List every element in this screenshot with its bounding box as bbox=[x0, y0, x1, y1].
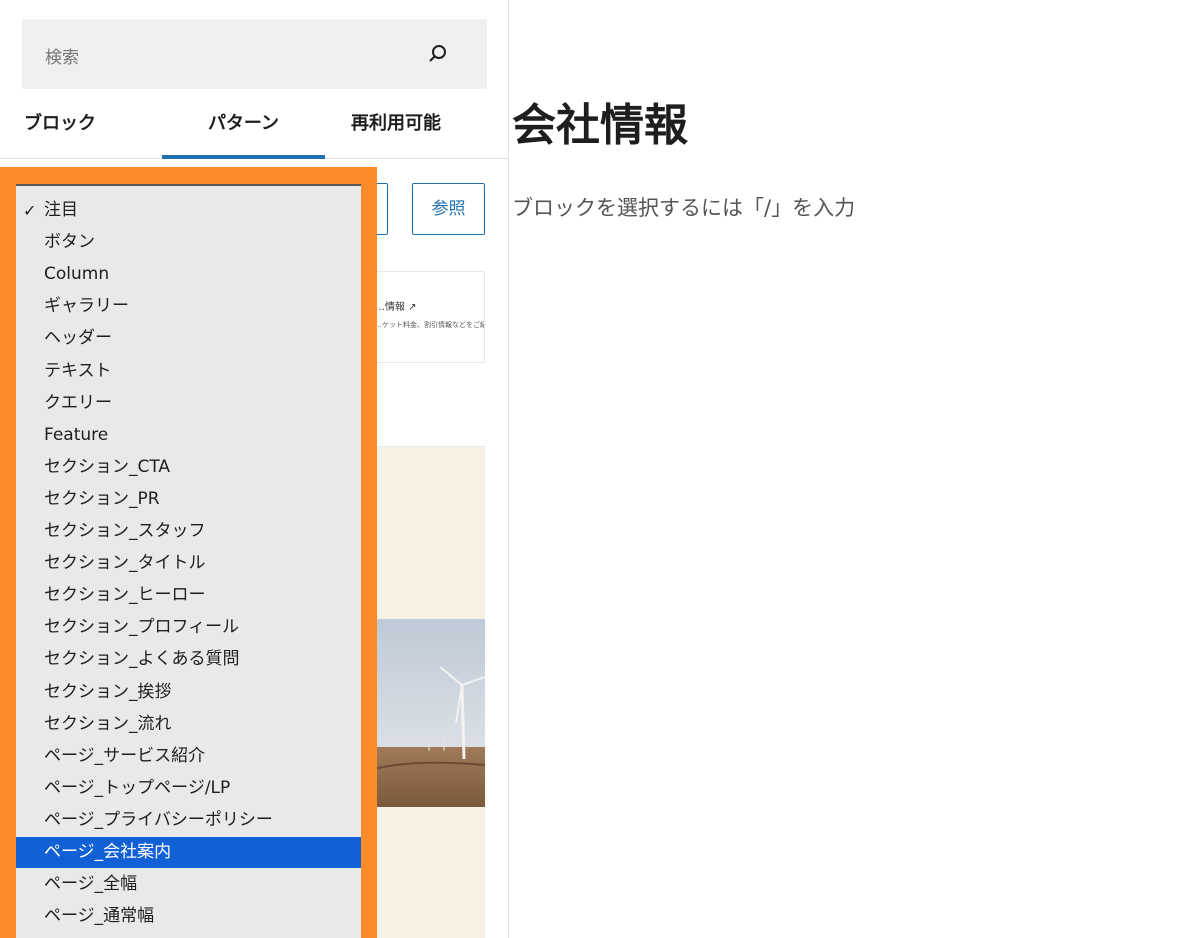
dropdown-option-label: セクション_CTA bbox=[44, 456, 171, 477]
editor-canvas: 会社情報 ブロックを選択するには「/」を入力 bbox=[510, 0, 1200, 938]
dropdown-option-label: セクション_PR bbox=[44, 488, 160, 509]
checkmark-icon: ✓ bbox=[23, 201, 37, 220]
dropdown-option[interactable]: セクション_流れ bbox=[16, 709, 361, 740]
block-placeholder[interactable]: ブロックを選択するには「/」を入力 bbox=[512, 193, 855, 223]
dropdown-option[interactable]: ページ_プライバシーポリシー bbox=[16, 805, 361, 836]
tab-blocks[interactable]: ブロック bbox=[0, 100, 120, 158]
dropdown-option[interactable]: クエリー bbox=[16, 388, 361, 419]
dropdown-option[interactable]: セクション_スタッフ bbox=[16, 516, 361, 547]
dropdown-option-label: ギャラリー bbox=[44, 296, 129, 317]
dropdown-option-label: セクション_プロフィール bbox=[44, 617, 240, 638]
dropdown-option[interactable]: ギャラリー bbox=[16, 291, 361, 322]
dropdown-option-label: セクション_スタッフ bbox=[44, 521, 206, 541]
dropdown-option-label: ボタン bbox=[44, 232, 95, 253]
inserter-sidebar: 検索 ブロック パターン 再利用可能 参照 …情報 ↗ …ケット料金、割引情報な… bbox=[0, 0, 509, 938]
dropdown-option-label: セクション_よくある質問 bbox=[44, 649, 240, 670]
dropdown-option[interactable]: セクション_PR bbox=[16, 484, 361, 515]
search-icon[interactable] bbox=[428, 44, 448, 64]
dropdown-option-label: セクション_挨拶 bbox=[44, 681, 172, 702]
dropdown-option[interactable]: ヘッダー bbox=[16, 323, 361, 354]
dropdown-option-label: ページ_会社案内 bbox=[44, 842, 172, 862]
dropdown-option-label: クエリー bbox=[44, 392, 112, 413]
dropdown-option-label: ページ_サービス紹介 bbox=[44, 745, 206, 766]
browse-button[interactable]: 参照 bbox=[412, 183, 485, 235]
category-dropdown-list[interactable]: ✓ 注目ボタン Column ギャラリーヘッダーテキストクエリー Feature セクショ… bbox=[16, 184, 361, 938]
dropdown-option[interactable]: Feature bbox=[16, 420, 361, 451]
dropdown-option[interactable]: ページ_トップページ/LP bbox=[16, 773, 361, 804]
page-title[interactable]: 会社情報 bbox=[512, 96, 688, 156]
dropdown-option[interactable]: セクション_ヒーロー bbox=[16, 580, 361, 611]
dropdown-option[interactable]: セクション_CTA bbox=[16, 452, 361, 483]
dropdown-option[interactable]: テキスト bbox=[16, 356, 361, 387]
dropdown-option-label: ページ_トップページ/LP bbox=[44, 777, 231, 798]
dropdown-option[interactable]: セクション_プロフィール bbox=[16, 612, 361, 643]
pattern-preview-card-image[interactable] bbox=[374, 446, 485, 938]
dropdown-option-label: 注目 bbox=[44, 200, 78, 220]
dropdown-option-label: ページ_全幅 bbox=[44, 874, 138, 895]
search-input[interactable]: 検索 bbox=[22, 19, 487, 89]
dropdown-option[interactable]: セクション_よくある質問 bbox=[16, 644, 361, 675]
dropdown-option[interactable]: ページ_サービス紹介 bbox=[16, 741, 361, 772]
dropdown-option[interactable]: ✓ 注目 bbox=[16, 195, 361, 226]
dropdown-option-label: ページ_通常幅 bbox=[44, 906, 155, 927]
pattern-preview-title: …情報 ↗ bbox=[375, 302, 417, 313]
tab-patterns[interactable]: パターン bbox=[162, 100, 325, 159]
dropdown-option-label: ページ_プライバシーポリシー bbox=[44, 809, 273, 830]
search-placeholder: 検索 bbox=[45, 48, 79, 68]
dropdown-option[interactable]: ページ_通常幅 bbox=[16, 901, 361, 932]
dropdown-option-label: Column bbox=[44, 264, 110, 285]
dropdown-option[interactable]: セクション_挨拶 bbox=[16, 677, 361, 708]
dropdown-option[interactable]: セクション_タイトル bbox=[16, 548, 361, 579]
dropdown-option-label: セクション_ヒーロー bbox=[44, 585, 206, 606]
dropdown-option[interactable]: ページ_会社案内 bbox=[16, 837, 361, 868]
dropdown-option-label: セクション_タイトル bbox=[44, 553, 206, 574]
dropdown-option-label: セクション_流れ bbox=[44, 713, 172, 734]
wind-turbine-image bbox=[374, 619, 485, 807]
tab-reusable[interactable]: 再利用可能 bbox=[325, 100, 467, 158]
pattern-preview-subtitle: …ケット料金、割引情報などをご紹 bbox=[375, 321, 485, 329]
dropdown-option-label: テキスト bbox=[44, 360, 112, 381]
pattern-preview-card[interactable]: …情報 ↗ …ケット料金、割引情報などをご紹 bbox=[374, 271, 485, 363]
inserter-tabs: ブロック パターン 再利用可能 bbox=[0, 100, 508, 159]
dropdown-option-label: Feature bbox=[44, 424, 109, 445]
dropdown-option-label: ヘッダー bbox=[44, 328, 112, 349]
dropdown-option[interactable]: ボタン bbox=[16, 227, 361, 258]
dropdown-option[interactable]: ページ_全幅 bbox=[16, 869, 361, 900]
dropdown-option[interactable]: Column bbox=[16, 259, 361, 290]
